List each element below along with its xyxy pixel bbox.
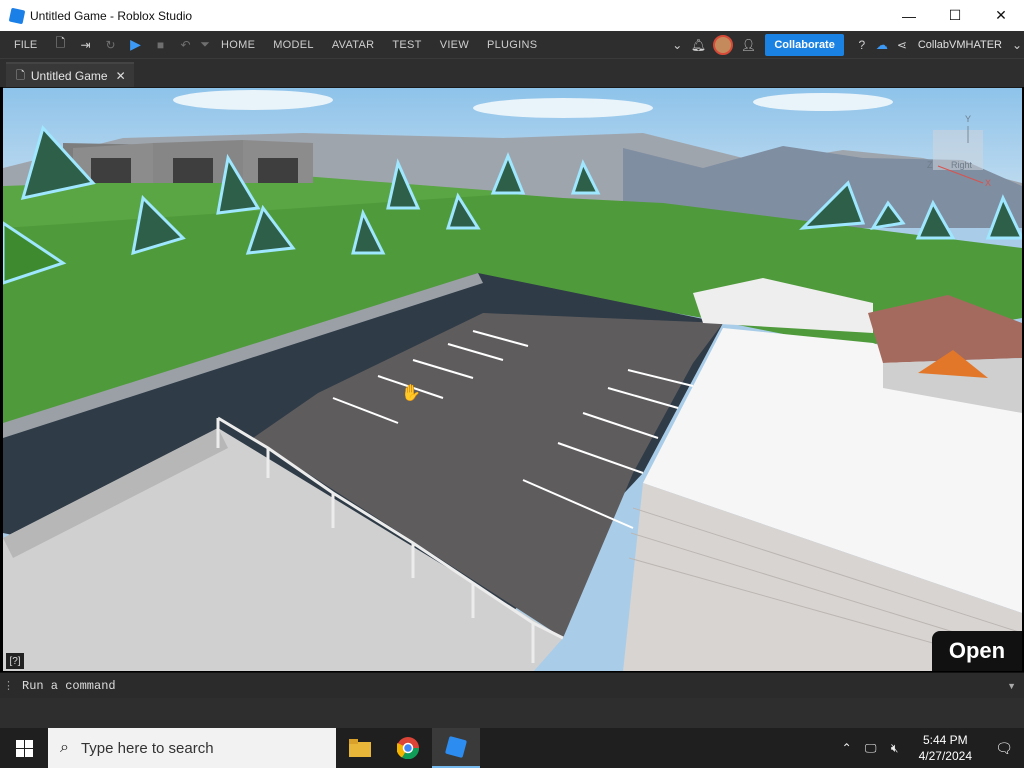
file-menu[interactable]: FILE [14, 39, 48, 51]
show-hidden-icons-icon[interactable]: ⌃ [835, 741, 859, 755]
tab-plugins[interactable]: PLUGINS [478, 39, 546, 51]
share-icon[interactable]: ⋖ [892, 31, 912, 58]
view-cube-x-label: X [985, 178, 991, 188]
cloud-icon[interactable]: ☁ [872, 31, 892, 58]
close-tab-icon[interactable]: ✕ [116, 69, 126, 83]
output-area [0, 698, 1024, 728]
command-history-dropdown-icon[interactable]: ▼ [1007, 681, 1016, 691]
windows-taskbar: ⌕ Type here to search ⌃ 🖵︎ 🔇︎ 5:44 PM 4/… [0, 728, 1024, 768]
customize-toolbar-icon[interactable]: ⏷ [198, 31, 212, 58]
play-icon[interactable]: ▶ [123, 31, 148, 58]
doc-tab-untitled-game[interactable]: 🗋 Untitled Game ✕ [6, 62, 134, 88]
close-button[interactable]: ✕ [978, 0, 1024, 31]
tab-model[interactable]: MODEL [264, 39, 323, 51]
file-explorer-icon[interactable] [336, 728, 384, 768]
collapse-ribbon-icon[interactable]: ⌄ [667, 31, 687, 58]
search-placeholder: Type here to search [80, 739, 214, 757]
menu-bar: FILE 🗋 ⇥ ↻ ▶ ■ ↶ ⏷ HOME MODEL AVATAR TES… [0, 31, 1024, 58]
open-label[interactable]: Open [932, 631, 1022, 671]
window-controls: — ☐ ✕ [886, 0, 1024, 31]
view-cube-y-label: Y [965, 114, 971, 124]
minimize-button[interactable]: — [886, 0, 932, 31]
publish-icon[interactable]: ⇥ [73, 31, 98, 58]
hand-cursor-icon: ✋ [401, 383, 421, 402]
view-cube-z-label: Z [927, 160, 933, 170]
clock-date: 4/27/2024 [918, 749, 972, 763]
clock-time: 5:44 PM [922, 733, 968, 747]
chrome-icon[interactable] [384, 728, 432, 768]
taskbar-clock[interactable]: 5:44 PM 4/27/2024 [919, 732, 972, 764]
network-icon[interactable]: 🖵︎ [859, 741, 883, 756]
window-title: Untitled Game - Roblox Studio [30, 8, 193, 23]
notifications-bell-icon[interactable]: 🔔︎ [687, 31, 709, 58]
command-input[interactable] [22, 678, 1002, 693]
start-button[interactable] [0, 728, 48, 768]
collaborate-button[interactable]: Collaborate [765, 33, 844, 56]
3d-viewport[interactable]: Y Z X Right ✋ [?] Open [3, 87, 1022, 671]
roblox-studio-window: Untitled Game - Roblox Studio — ☐ ✕ FILE… [0, 0, 1024, 768]
add-friend-icon[interactable]: 👤︎ [737, 31, 759, 58]
windows-logo-icon [15, 739, 33, 757]
system-tray: ⌃ 🖵︎ 🔇︎ 5:44 PM 4/27/2024 🗨︎ [835, 728, 1024, 768]
viewport-help-button[interactable]: [?] [6, 653, 24, 669]
taskbar-search-box[interactable]: ⌕ Type here to search [48, 728, 336, 768]
title-bar: Untitled Game - Roblox Studio — ☐ ✕ [0, 0, 1024, 31]
notifications-icon[interactable]: 🗨︎ [984, 740, 1024, 757]
volume-muted-icon[interactable]: 🔇︎ [883, 741, 907, 756]
scene-render: Y Z X Right ✋ [3, 88, 1022, 671]
undo-icon[interactable]: ↶ [173, 31, 198, 58]
place-file-icon: 🗋 [16, 69, 25, 82]
command-bar: ⋮ ▼ [0, 672, 1024, 698]
quick-access-toolbar: 🗋 ⇥ ↻ ▶ ■ ↶ ⏷ [48, 31, 212, 58]
tab-view[interactable]: VIEW [431, 39, 478, 51]
username-label[interactable]: CollabVMHATER [918, 39, 1002, 51]
stop-icon[interactable]: ■ [148, 31, 173, 58]
menu-right-group: ⌄ 🔔︎ 👤︎ Collaborate ? ☁ ⋖ CollabVMHATER … [667, 31, 1024, 58]
maximize-button[interactable]: ☐ [932, 0, 978, 31]
user-menu-chevron-icon[interactable]: ⌄ [1010, 31, 1024, 58]
document-tabs-bar: 🗋 Untitled Game ✕ [0, 58, 1024, 88]
roblox-studio-taskbar-icon[interactable] [432, 728, 480, 768]
tab-avatar[interactable]: AVATAR [323, 39, 384, 51]
roblox-studio-icon [8, 7, 26, 24]
help-icon[interactable]: ? [852, 31, 872, 58]
doc-tab-label: Untitled Game [30, 69, 108, 83]
search-icon: ⌕ [60, 739, 69, 756]
user-avatar-icon[interactable] [713, 34, 734, 55]
view-cube-face-label: Right [951, 160, 973, 170]
drag-grip-icon[interactable]: ⋮ [3, 679, 14, 692]
tab-test[interactable]: TEST [383, 39, 430, 51]
tab-home[interactable]: HOME [212, 39, 264, 51]
new-file-icon[interactable]: 🗋 [48, 31, 73, 58]
redo-icon[interactable]: ↻ [98, 31, 123, 58]
